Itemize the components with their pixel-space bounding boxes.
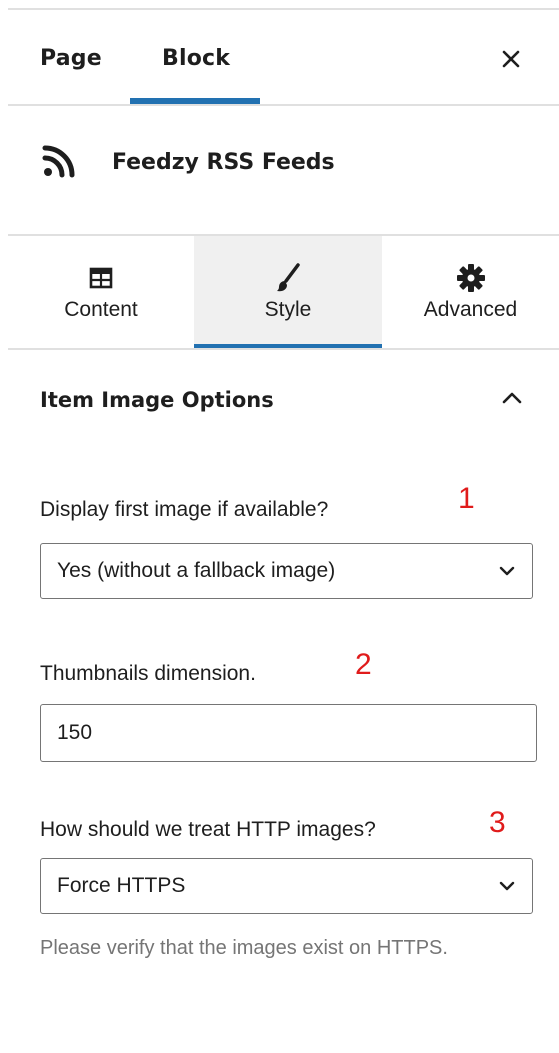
http-images-label: How should we treat HTTP images? — [40, 818, 376, 841]
panel-title: Item Image Options — [40, 388, 274, 412]
http-images-select[interactable]: Force HTTPS — [40, 858, 533, 914]
brush-icon — [277, 263, 300, 292]
display-image-select[interactable]: Yes (without a fallback image) — [40, 543, 533, 599]
item-image-options-toggle[interactable]: Item Image Options — [0, 350, 559, 450]
http-images-value: Force HTTPS — [57, 874, 186, 897]
sidebar-tabs: Page Block — [0, 10, 559, 104]
tab-content[interactable]: Content — [8, 236, 194, 348]
tab-style[interactable]: Style — [194, 236, 382, 348]
tab-content-label: Content — [64, 298, 138, 321]
table-icon — [89, 267, 113, 289]
chevron-down-icon — [499, 566, 515, 576]
tab-advanced[interactable]: Advanced — [382, 236, 559, 348]
inspector-tabs: Content Style Advanced — [8, 236, 559, 348]
tab-advanced-label: Advanced — [423, 298, 518, 321]
annotation-marker-3: 3 — [489, 806, 506, 839]
close-icon — [502, 50, 520, 68]
block-title: Feedzy RSS Feeds — [112, 150, 335, 175]
tab-page[interactable]: Page — [40, 46, 102, 71]
http-images-help: Please verify that the images exist on H… — [40, 937, 448, 959]
chevron-up-icon — [502, 392, 522, 404]
annotation-marker-2: 2 — [355, 648, 372, 681]
chevron-down-icon — [499, 881, 515, 891]
thumbnails-input[interactable]: 150 — [40, 704, 537, 762]
close-button[interactable] — [496, 44, 526, 74]
display-image-value: Yes (without a fallback image) — [57, 559, 336, 582]
tab-style-label: Style — [264, 298, 312, 321]
display-image-label: Display first image if available? — [40, 498, 329, 521]
tab-block[interactable]: Block — [162, 46, 230, 71]
annotation-marker-1: 1 — [458, 482, 475, 515]
block-card: Feedzy RSS Feeds — [0, 106, 559, 234]
thumbnails-label: Thumbnails dimension. — [40, 662, 256, 685]
rss-icon — [42, 145, 75, 178]
thumbnails-value: 150 — [57, 721, 93, 744]
gear-icon — [456, 264, 485, 292]
